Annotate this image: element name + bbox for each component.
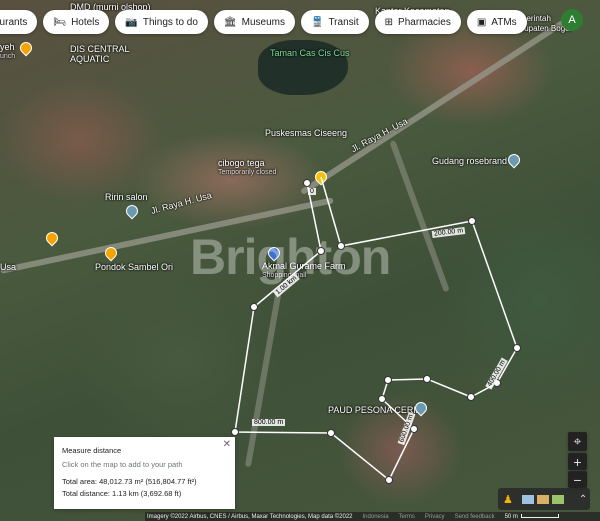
path-vertex[interactable]: [303, 179, 311, 187]
path-vertex[interactable]: [385, 476, 393, 484]
chip-things-to-do[interactable]: 📷 Things to do: [115, 10, 208, 34]
scale-bar[interactable]: 50 m: [504, 513, 559, 520]
path-vertex[interactable]: [327, 429, 335, 437]
map-footer: Imagery ©2022 Airbus, CNES / Airbus, Max…: [145, 512, 600, 521]
zoom-in-button[interactable]: +: [568, 453, 587, 470]
camera-icon: 📷: [125, 16, 138, 28]
terms-link[interactable]: Terms: [399, 514, 415, 520]
atm-icon: ▣: [476, 16, 487, 28]
path-vertex[interactable]: [423, 375, 431, 383]
scale-label: 50 m: [504, 513, 518, 520]
panel-title: Measure distance: [62, 446, 122, 455]
path-vertex[interactable]: [467, 393, 475, 401]
attribution: Imagery ©2022 Airbus, CNES / Airbus, Max…: [147, 513, 353, 520]
path-vertex[interactable]: [410, 425, 418, 433]
chip-atms[interactable]: ▣ ATMs: [466, 10, 527, 34]
path-vertex[interactable]: [513, 344, 521, 352]
chip-restaurants[interactable]: aurants: [0, 10, 38, 34]
chip-label: Hotels: [71, 16, 100, 28]
layer-tile[interactable]: [536, 494, 549, 504]
expand-icon[interactable]: ⌃: [579, 494, 587, 505]
bed-icon: 🛏: [53, 16, 67, 28]
zoom-out-button[interactable]: −: [568, 471, 587, 488]
chip-label: Pharmacies: [398, 16, 451, 28]
segment-label: 0: [308, 188, 316, 195]
path-vertex[interactable]: [468, 217, 476, 225]
my-location-button[interactable]: ⌖: [568, 432, 587, 451]
total-area: Total area: 48,012.73 m² (516,804.77 ft²…: [62, 477, 197, 486]
privacy-link[interactable]: Privacy: [425, 514, 445, 520]
category-chips: aurants 🛏 Hotels 📷 Things to do 🏛 Museums 🚆…: [0, 10, 527, 34]
chip-transit[interactable]: 🚆 Transit: [300, 10, 369, 34]
layer-tile[interactable]: [551, 494, 564, 504]
total-distance: Total distance: 1.13 km (3,692.68 ft): [62, 489, 182, 498]
layers-bar: ♟ ⌃: [498, 488, 590, 510]
chip-label: Things to do: [142, 16, 198, 28]
pharmacy-icon: ⊞: [384, 16, 394, 28]
path-vertex[interactable]: [317, 247, 325, 255]
train-icon: 🚆: [310, 16, 324, 28]
path-vertex[interactable]: [384, 376, 392, 384]
country-link[interactable]: Indonesia: [363, 514, 389, 520]
chip-label: aurants: [0, 16, 28, 28]
account-avatar[interactable]: A: [561, 9, 583, 31]
chip-label: Museums: [241, 16, 285, 28]
chip-pharmacies[interactable]: ⊞ Pharmacies: [374, 10, 461, 34]
segment-label: 800.00 m: [252, 419, 286, 426]
pegman-icon[interactable]: ♟: [503, 493, 513, 506]
chip-hotels[interactable]: 🛏 Hotels: [43, 10, 110, 34]
close-icon[interactable]: ✕: [223, 439, 231, 450]
panel-hint: Click on the map to add to your path: [62, 460, 183, 469]
layer-tile[interactable]: [521, 494, 534, 504]
path-vertex[interactable]: [250, 303, 258, 311]
send-feedback-link[interactable]: Send feedback: [455, 514, 495, 520]
chip-label: Transit: [328, 16, 359, 28]
measure-distance-panel: ✕ Measure distance Click on the map to a…: [54, 437, 235, 509]
path-vertex[interactable]: [337, 242, 345, 250]
path-vertex[interactable]: [231, 428, 239, 436]
chip-museums[interactable]: 🏛 Museums: [213, 10, 295, 34]
path-vertex[interactable]: [378, 395, 386, 403]
chip-label: ATMs: [491, 16, 517, 28]
museum-icon: 🏛: [223, 16, 237, 28]
